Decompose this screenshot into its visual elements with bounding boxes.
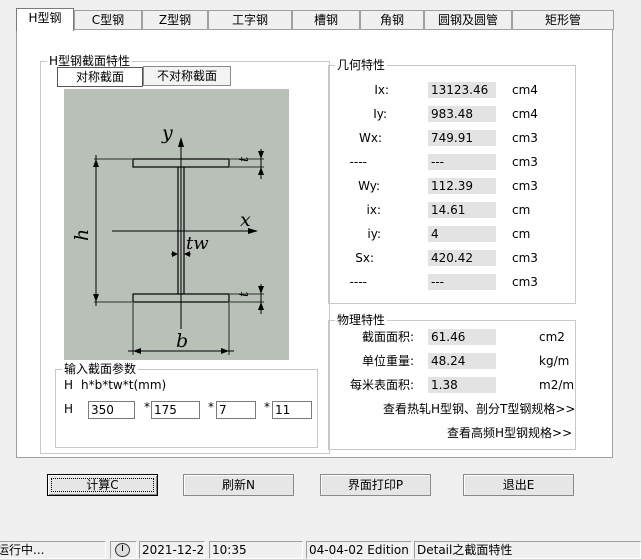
geometry-value: ---: [428, 274, 496, 290]
t-top-label: t: [237, 156, 252, 162]
geometry-label: Ix:: [374, 83, 389, 97]
input-params-title: 输入截面参数: [62, 362, 139, 376]
section-group-title: H型钢截面特性: [47, 54, 133, 68]
print-button[interactable]: 界面打印P: [320, 474, 431, 496]
geometry-unit: cm4: [512, 107, 538, 121]
refresh-button[interactable]: 刷新N: [183, 474, 294, 496]
tab-panel: H型钢截面特性 对称截面 不对称截面 y x tw b h t t 输入截面参数…: [16, 29, 613, 458]
exit-button[interactable]: 退出E: [463, 474, 574, 496]
status-date: 2021-12-23: [139, 541, 205, 559]
geometry-unit: cm: [512, 227, 531, 241]
geometry-unit: cm3: [512, 179, 538, 193]
b-label: b: [176, 330, 188, 352]
hot-rolled-spec-link[interactable]: 查看热轧H型钢、剖分T型钢规格>>: [383, 401, 575, 417]
physical-label: 截面面积:: [361, 330, 414, 344]
geometry-value: 749.91: [428, 130, 496, 146]
physical-label: 每米表面积:: [349, 378, 414, 392]
geometry-value: ---: [428, 154, 496, 170]
geometry-value: 14.61: [428, 202, 496, 218]
physical-value: 61.46: [428, 329, 496, 345]
formula-label: h*b*tw*t(mm): [81, 378, 167, 392]
b-input[interactable]: 175: [151, 401, 200, 419]
geometry-label: iy:: [367, 227, 381, 241]
sep-3: *: [264, 400, 270, 414]
tab-i-beam[interactable]: 工字钢: [208, 10, 292, 30]
calculate-button[interactable]: 计算C: [47, 474, 158, 496]
sep-1: *: [144, 400, 150, 414]
physical-value: 1.38: [428, 377, 496, 393]
h-section-diagram: y x tw b h t t: [64, 89, 289, 360]
tab-h-steel[interactable]: H型钢: [16, 8, 74, 31]
geometry-unit: cm: [512, 203, 531, 217]
physical-label: 单位重量:: [361, 354, 414, 368]
t-bottom-label: t: [237, 291, 252, 297]
physical-unit: m2/m: [539, 378, 575, 392]
tab-strip: H型钢 C型钢 Z型钢 工字钢 槽钢 角钢 圆钢及圆管 矩形管: [0, 8, 641, 31]
geometry-unit: cm3: [512, 275, 538, 289]
hf-spec-link[interactable]: 查看高频H型钢规格>>: [447, 425, 572, 441]
geometry-value: 112.39: [428, 178, 496, 194]
status-icon-cell: [110, 541, 137, 559]
tab-z-steel[interactable]: Z型钢: [142, 10, 208, 30]
tab-angle[interactable]: 角钢: [360, 10, 424, 30]
status-bar: 运行中... 2021-12-23 10:35 04-04-02 Edition…: [0, 541, 641, 559]
geometry-value: 983.48: [428, 106, 496, 122]
status-edition: 04-04-02 Edition: [306, 541, 412, 559]
physical-value: 48.24: [428, 353, 496, 369]
geometry-value: 4: [428, 226, 496, 242]
geometry-unit: cm4: [512, 83, 538, 97]
tab-rect-tube[interactable]: 矩形管: [512, 10, 614, 30]
tab-round[interactable]: 圆钢及圆管: [424, 10, 512, 30]
h-label: h: [71, 229, 93, 241]
geometry-label: Sx:: [355, 251, 374, 265]
tw-label: tw: [186, 233, 209, 254]
geometry-unit: cm3: [512, 251, 538, 265]
geometry-label: Iy:: [373, 107, 387, 121]
geometry-label: Wx:: [358, 131, 382, 145]
formula-prefix: H: [64, 378, 74, 392]
tab-c-steel[interactable]: C型钢: [74, 10, 142, 30]
input-row-label: H: [64, 402, 74, 416]
status-running: 运行中...: [0, 541, 106, 559]
geometry-unit: cm3: [512, 155, 538, 169]
status-context: Detail之截面特性: [414, 541, 641, 559]
geometry-label: ix:: [366, 203, 381, 217]
x-axis-label: x: [240, 209, 251, 231]
geometry-label: Wy:: [358, 179, 380, 193]
physical-title: 物理特性: [335, 313, 388, 327]
status-time: 10:35: [209, 541, 303, 559]
h-input[interactable]: 350: [88, 401, 135, 419]
tw-input[interactable]: 7: [216, 401, 256, 419]
geometry-label: ----: [349, 275, 367, 289]
t-input[interactable]: 11: [272, 401, 312, 419]
symmetric-section-button[interactable]: 对称截面: [57, 67, 143, 87]
geometry-value: 420.42: [428, 250, 496, 266]
geometry-title: 几何特性: [335, 58, 388, 72]
physical-unit: cm2: [539, 330, 565, 344]
geometry-label: ----: [349, 155, 367, 169]
geometry-value: 13123.46: [428, 82, 496, 98]
y-axis-label: y: [161, 122, 173, 144]
geometry-unit: cm3: [512, 131, 538, 145]
clock-hand: [122, 545, 123, 551]
sep-2: *: [208, 400, 214, 414]
asymmetric-section-button[interactable]: 不对称截面: [143, 66, 231, 86]
physical-unit: kg/m: [539, 354, 570, 368]
tab-channel[interactable]: 槽钢: [292, 10, 360, 30]
